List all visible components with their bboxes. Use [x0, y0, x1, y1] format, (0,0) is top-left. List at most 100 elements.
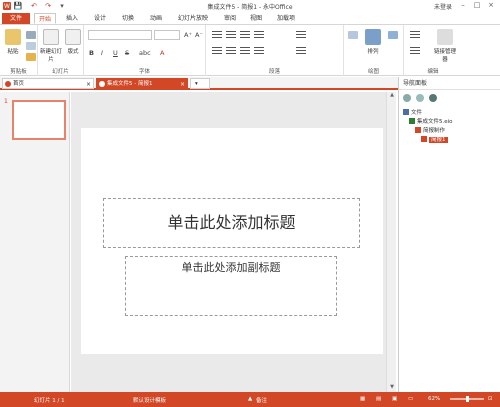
slide-number: 1 [4, 98, 8, 105]
status-bar: 幻灯片 1 / 1 默认设计模板 ▲ 备注 ▦ ▤ ▣ ▭ 62% ⊡ [0, 392, 500, 407]
nav-refresh-icon[interactable] [403, 94, 411, 102]
shapes-icon[interactable] [348, 31, 358, 39]
increase-indent-icon[interactable] [254, 31, 264, 39]
tab-view[interactable]: 视图 [246, 13, 266, 24]
maximize-button[interactable]: □ [470, 0, 484, 11]
title-bar: W 💾 ↶ ↷ ▾ 集成文件5 - 简报1 - 永中Office 未登录 – □… [0, 0, 500, 12]
slideshow-view-icon[interactable]: ▭ [408, 396, 413, 402]
numbering-icon[interactable] [226, 31, 236, 39]
scroll-up-icon[interactable]: ▲ [387, 92, 397, 100]
new-slide-button[interactable]: 新建幻灯片 [40, 29, 62, 63]
group-paragraph: 段落 [206, 25, 344, 76]
close-button[interactable]: × [484, 0, 498, 11]
tab-slideshow[interactable]: 幻灯片放映 [174, 13, 212, 24]
tab-review[interactable]: 审阅 [220, 13, 240, 24]
tab-insert[interactable]: 插入 [62, 13, 82, 24]
notes-toggle[interactable]: 备注 [256, 396, 267, 404]
menu-tabs: 文件 开始 插入 设计 切换 动画 幻灯片放映 审阅 视图 加载项 [0, 12, 500, 24]
group-editing: 链接管理器 编辑 [404, 25, 462, 76]
decrease-indent-icon[interactable] [240, 31, 250, 39]
align-right-icon[interactable] [240, 47, 250, 55]
normal-view-icon[interactable]: ▦ [360, 396, 365, 402]
group-label-editing: 编辑 [427, 69, 439, 75]
spacing-button[interactable]: abc [139, 49, 151, 57]
eio-file-icon [409, 118, 415, 124]
tab-addins[interactable]: 加载项 [273, 13, 299, 24]
nav-tree: 文件 集成文件5.eio 简报制作 简报1 [403, 109, 453, 145]
link-manager-icon [437, 29, 453, 45]
vertical-scrollbar[interactable]: ▲ ▼ [386, 92, 396, 392]
align-center-icon[interactable] [226, 47, 236, 55]
slide-thumbnail-pane: 1 [0, 92, 70, 392]
link-manager-button[interactable]: 链接管理器 [434, 29, 456, 63]
italic-button[interactable]: I [101, 49, 103, 57]
strikethrough-button[interactable]: S [125, 49, 129, 57]
bold-button[interactable]: B [89, 49, 94, 57]
line-spacing-icon[interactable] [410, 31, 420, 39]
doc-tab-home[interactable]: 首页 × [2, 78, 94, 89]
arrange-icon [365, 29, 381, 45]
notes-icon[interactable]: ▲ [248, 396, 252, 402]
tree-node-eio[interactable]: 集成文件5.eio [403, 118, 453, 127]
layout-button[interactable]: 版式 [62, 29, 84, 55]
close-tab-icon[interactable]: × [180, 79, 185, 90]
new-slide-icon [43, 29, 59, 45]
group-font: A⁺ A⁻ B I U S abc A 字体 [84, 25, 206, 76]
group-label-drawing: 绘图 [367, 69, 379, 75]
subtitle-placeholder[interactable]: 单击此处添加副标题 [125, 256, 337, 316]
navigation-panel: 导航面板 文件 集成文件5.eio 简报制作 简报1 [398, 77, 500, 392]
underline-button[interactable]: U [113, 49, 118, 57]
tree-node-presentation[interactable]: 简报制作 [403, 127, 453, 136]
slide-canvas[interactable]: 单击此处添加标题 单击此处添加副标题 [81, 128, 383, 354]
ribbon: 粘贴 剪贴板 新建幻灯片 版式 幻灯片 A⁺ A⁻ B I U S abc A … [0, 24, 500, 76]
format-painter-icon[interactable] [26, 53, 36, 61]
fit-window-icon[interactable]: ⊡ [488, 396, 493, 402]
group-label-font: 字体 [138, 69, 150, 75]
minimize-button[interactable]: – [456, 0, 470, 11]
group-label-paragraph: 段落 [268, 69, 280, 75]
tree-node-file[interactable]: 文件 [403, 109, 453, 118]
cut-icon[interactable] [26, 31, 36, 39]
doc-tab-presentation-label: 集成文件5 - 简报1 [107, 81, 153, 87]
nav-settings-icon[interactable] [415, 94, 424, 102]
copy-icon[interactable] [26, 42, 36, 50]
align-left-icon[interactable] [212, 47, 222, 55]
columns-icon[interactable] [410, 47, 420, 55]
tab-file[interactable]: 文件 [2, 13, 30, 24]
layout-label: 版式 [67, 49, 79, 55]
grow-font-icon[interactable]: A⁺ [184, 31, 192, 39]
group-label-clipboard: 剪贴板 [10, 69, 27, 75]
nav-toolbar [403, 94, 440, 104]
group-slides: 新建幻灯片 版式 幻灯片 [38, 25, 84, 76]
group-label-slides: 幻灯片 [52, 69, 69, 75]
tree-node-slide[interactable]: 简报1 [403, 136, 453, 145]
reading-view-icon[interactable]: ▣ [392, 396, 397, 402]
title-placeholder[interactable]: 单击此处添加标题 [103, 198, 360, 248]
link-manager-label: 链接管理器 [434, 49, 457, 63]
template-name: 默认设计模板 [133, 398, 167, 404]
nav-pin-icon[interactable] [428, 94, 437, 102]
font-family-select[interactable] [88, 30, 152, 40]
zoom-slider-knob[interactable] [466, 396, 469, 402]
doc-tab-presentation[interactable]: 集成文件5 - 简报1 × [96, 78, 188, 89]
slide-thumbnail[interactable] [12, 100, 66, 140]
text-direction-icon[interactable] [296, 31, 306, 39]
tab-design[interactable]: 设计 [90, 13, 110, 24]
tab-transition[interactable]: 切换 [118, 13, 138, 24]
user-login[interactable]: 未登录 [434, 2, 452, 11]
align-text-icon[interactable] [296, 47, 306, 55]
font-color-button[interactable]: A [160, 49, 164, 57]
scroll-down-icon[interactable]: ▼ [387, 384, 397, 392]
font-size-select[interactable] [154, 30, 180, 40]
new-tab-button[interactable]: ▾ [190, 78, 210, 89]
close-tab-icon[interactable]: × [86, 79, 91, 90]
tab-animation[interactable]: 动画 [146, 13, 166, 24]
justify-icon[interactable] [254, 47, 264, 55]
paste-button[interactable]: 粘贴 [2, 29, 24, 55]
tab-home[interactable]: 开始 [34, 13, 57, 24]
quick-style-icon[interactable] [388, 31, 398, 39]
bullets-icon[interactable] [212, 31, 222, 39]
sorter-view-icon[interactable]: ▤ [376, 396, 381, 402]
arrange-button[interactable]: 排列 [362, 29, 384, 55]
shrink-font-icon[interactable]: A⁻ [195, 31, 203, 39]
